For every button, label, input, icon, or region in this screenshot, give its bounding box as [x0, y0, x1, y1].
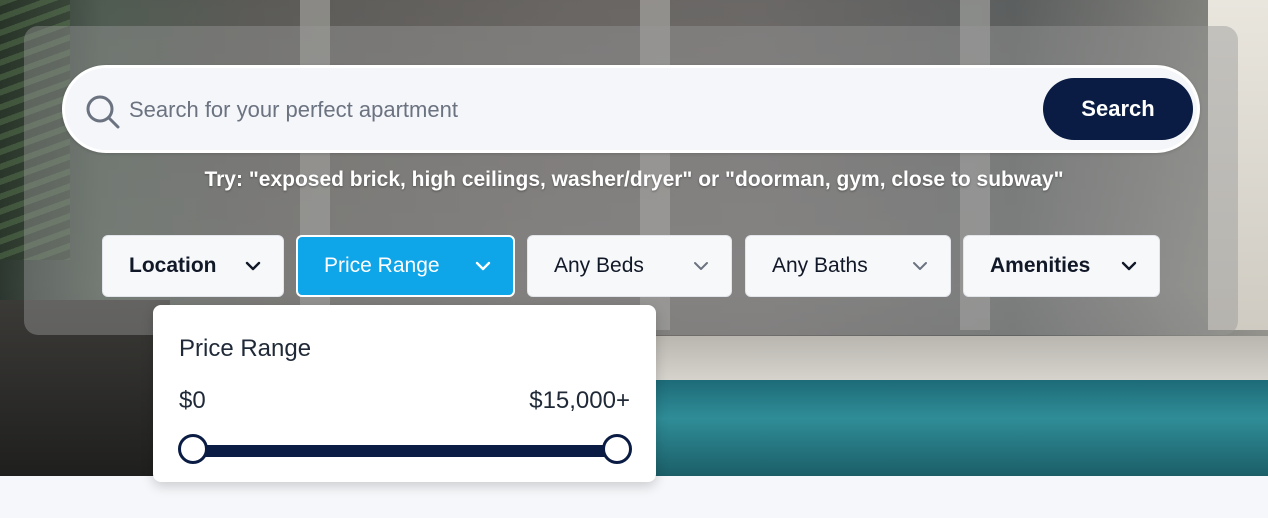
filter-amenities[interactable]: Amenities: [963, 235, 1160, 297]
price-slider-min-handle[interactable]: [178, 434, 208, 464]
filter-label: Any Beds: [554, 254, 644, 277]
chevron-down-icon: [1121, 261, 1137, 271]
chevron-down-icon: [694, 262, 708, 270]
search-button[interactable]: Search: [1043, 78, 1193, 140]
search-hint: Try: "exposed brick, high ceilings, wash…: [204, 168, 1064, 191]
filter-label: Location: [129, 254, 217, 277]
chevron-down-icon: [245, 261, 261, 271]
price-range-dropdown: Price Range $0 $15,000+: [153, 305, 656, 482]
search-icon: [86, 95, 120, 129]
price-min-label: $0: [179, 387, 206, 414]
filter-label: Any Baths: [772, 254, 868, 277]
filter-label: Amenities: [990, 254, 1091, 277]
dropdown-title: Price Range: [179, 335, 312, 362]
search-input[interactable]: [127, 88, 1031, 132]
hero-pool: [560, 380, 1268, 476]
price-max-label: $15,000+: [529, 387, 630, 414]
filter-label: Price Range: [324, 254, 440, 277]
filter-location[interactable]: Location: [102, 235, 284, 297]
search-bar: Search: [62, 65, 1200, 153]
filter-baths[interactable]: Any Baths: [745, 235, 951, 297]
chevron-down-icon: [475, 261, 491, 271]
filter-price-range[interactable]: Price Range: [296, 235, 515, 297]
price-slider-max-handle[interactable]: [602, 434, 632, 464]
price-slider-track[interactable]: [193, 445, 617, 457]
filter-beds[interactable]: Any Beds: [527, 235, 732, 297]
chevron-down-icon: [913, 262, 927, 270]
